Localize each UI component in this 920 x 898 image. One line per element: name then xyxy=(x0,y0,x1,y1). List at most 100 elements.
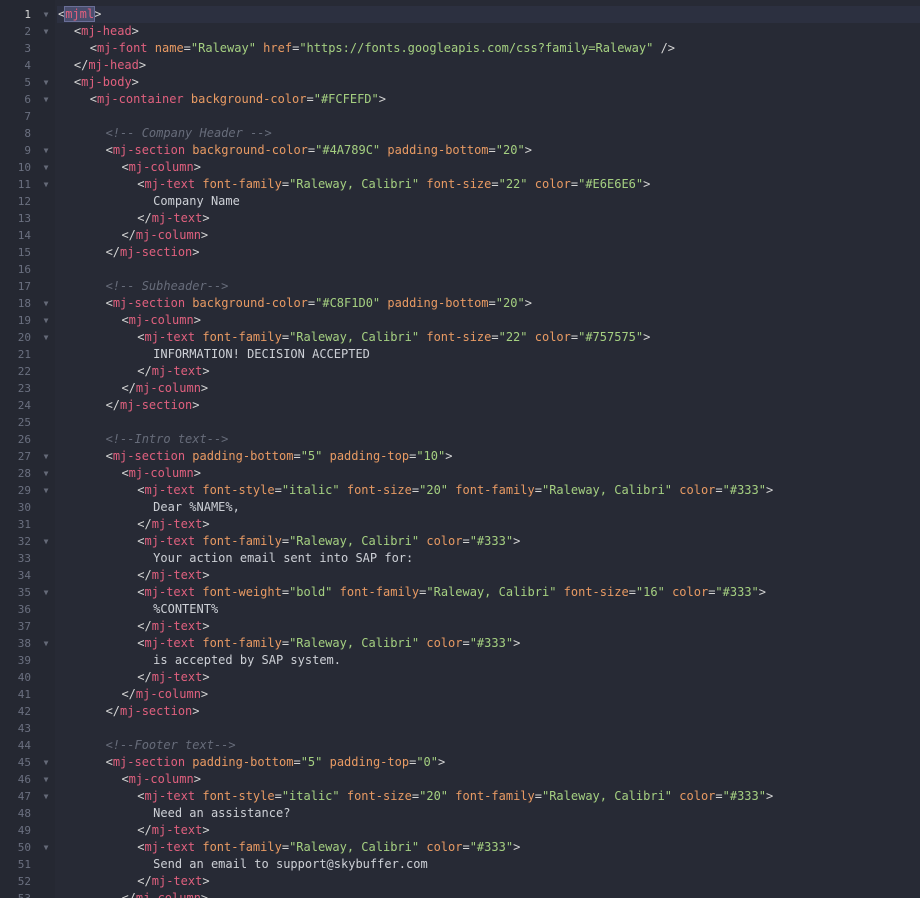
line-number: 8 xyxy=(24,127,31,140)
code-line[interactable]: 38 ▼ <mj-text font-family="Raleway, Calibr… xyxy=(0,635,920,652)
chevron-down-icon[interactable]: ▼ xyxy=(41,142,51,159)
chevron-down-icon[interactable]: ▼ xyxy=(41,482,51,499)
code-content: Your action email sent into SAP for: xyxy=(57,550,920,567)
code-line[interactable]: 3 <mj-font name="Raleway" href="https://f… xyxy=(0,40,920,57)
code-line[interactable]: 9 ▼ <mj-section background-color = "#4A789C"… xyxy=(0,142,920,159)
code-line[interactable]: 4 </mj-head> xyxy=(0,57,920,74)
code-line[interactable]: 36 %CONTENT% xyxy=(0,601,920,618)
code-line[interactable]: 2 ▼ <mj-head> xyxy=(0,23,920,40)
code-line[interactable]: 8 <!-- Company Header --> xyxy=(0,125,920,142)
code-token-str: "Raleway, Calibri" xyxy=(289,330,420,344)
code-token-br: > xyxy=(202,670,210,684)
chevron-down-icon[interactable]: ▼ xyxy=(41,533,51,550)
chevron-down-icon[interactable]: ▼ xyxy=(41,448,51,465)
code-line[interactable]: 50 ▼ <mj-text font-family="Raleway, Calibr… xyxy=(0,839,920,856)
code-line[interactable]: 32 ▼ <mj-text font-family="Raleway, Calibr… xyxy=(0,533,920,550)
chevron-down-icon[interactable]: ▼ xyxy=(41,312,51,329)
code-line[interactable]: 47 ▼ <mj-text font-style="italic" font-siz… xyxy=(0,788,920,805)
code-line[interactable]: 41 </mj-column> xyxy=(0,686,920,703)
chevron-down-icon[interactable]: ▼ xyxy=(41,584,51,601)
code-line[interactable]: 10 ▼ <mj-column> xyxy=(0,159,920,176)
code-line[interactable]: 49 </mj-text> xyxy=(0,822,920,839)
code-line[interactable]: 51 Send an email to support@skybuffer.com xyxy=(0,856,920,873)
line-number: 10 xyxy=(17,161,31,174)
code-line[interactable]: 6 ▼ <mj-container background-color="#FCFEF… xyxy=(0,91,920,108)
line-number: 3 xyxy=(24,42,31,55)
code-line[interactable]: 18 ▼ <mj-section background-color = "#C8F1D0… xyxy=(0,295,920,312)
code-line[interactable]: 39 is accepted by SAP system. xyxy=(0,652,920,669)
code-line[interactable]: 52 </mj-text> xyxy=(0,873,920,890)
code-line[interactable]: 13 </mj-text> xyxy=(0,210,920,227)
chevron-down-icon[interactable]: ▼ xyxy=(41,6,51,23)
code-editor[interactable]: 1 ▼ <mjml> 2 ▼ <mj-head> 3 <mj-font name="Ralew… xyxy=(0,0,920,898)
code-line[interactable]: 40 </mj-text> xyxy=(0,669,920,686)
chevron-down-icon[interactable]: ▼ xyxy=(41,176,51,193)
code-token-tag: mj-text xyxy=(151,874,203,888)
chevron-down-icon[interactable]: ▼ xyxy=(41,295,51,312)
code-token-attr: font-style xyxy=(202,483,275,497)
code-line[interactable]: 31 </mj-text> xyxy=(0,516,920,533)
code-line[interactable]: 27 ▼ <mj-section padding-bottom="5" paddin… xyxy=(0,448,920,465)
code-line[interactable]: 5 ▼ <mj-body> xyxy=(0,74,920,91)
code-line[interactable]: 24 </mj-section> xyxy=(0,397,920,414)
line-number: 21 xyxy=(17,348,31,361)
code-line[interactable]: 43 xyxy=(0,720,920,737)
chevron-down-icon[interactable]: ▼ xyxy=(41,465,51,482)
chevron-down-icon[interactable]: ▼ xyxy=(41,771,51,788)
line-number: 32 xyxy=(17,535,31,548)
chevron-down-icon[interactable]: ▼ xyxy=(41,159,51,176)
code-line[interactable]: 35 ▼ <mj-text font-weight="bold" font-fami… xyxy=(0,584,920,601)
code-token-str: "10" xyxy=(416,449,446,463)
code-content: </mj-text> xyxy=(57,669,920,686)
chevron-down-icon[interactable]: ▼ xyxy=(41,91,51,108)
code-line[interactable]: 21 INFORMATION! DECISION ACCEPTED xyxy=(0,346,920,363)
chevron-down-icon[interactable]: ▼ xyxy=(41,23,51,40)
chevron-down-icon[interactable]: ▼ xyxy=(41,754,51,771)
code-line[interactable]: 20 ▼ <mj-text font-family="Raleway, Calibr… xyxy=(0,329,920,346)
code-token-br: > xyxy=(758,585,767,599)
code-token-br: < xyxy=(121,313,129,327)
chevron-down-icon[interactable]: ▼ xyxy=(41,329,51,346)
code-line[interactable]: 34 </mj-text> xyxy=(0,567,920,584)
code-line[interactable]: 42 </mj-section> xyxy=(0,703,920,720)
code-line[interactable]: 1 ▼ <mjml> xyxy=(0,6,920,23)
code-token-comment: <!--Intro text--> xyxy=(105,432,229,446)
chevron-down-icon[interactable]: ▼ xyxy=(41,74,51,91)
code-line[interactable]: 17 <!-- Subheader--> xyxy=(0,278,920,295)
chevron-down-icon[interactable]: ▼ xyxy=(41,839,51,856)
code-token-comment: <!-- Company Header --> xyxy=(105,126,272,140)
code-line[interactable]: 12 Company Name xyxy=(0,193,920,210)
code-line[interactable]: 16 xyxy=(0,261,920,278)
code-line[interactable]: 53 </mj-column> xyxy=(0,890,920,898)
code-line[interactable]: 22 </mj-text> xyxy=(0,363,920,380)
code-line[interactable]: 15 </mj-section> xyxy=(0,244,920,261)
code-line[interactable]: 37 </mj-text> xyxy=(0,618,920,635)
chevron-down-icon[interactable]: ▼ xyxy=(41,635,51,652)
code-token-br: </ xyxy=(73,58,89,72)
code-line[interactable]: 46 ▼ <mj-column> xyxy=(0,771,920,788)
code-token-str: "Raleway, Calibri" xyxy=(426,585,557,599)
code-line[interactable]: 7 xyxy=(0,108,920,125)
code-token-tag: mj-container xyxy=(96,92,184,106)
code-token-tag: mj-section xyxy=(120,704,193,718)
code-content: <!--Intro text--> xyxy=(57,431,920,448)
code-token-str: "#333" xyxy=(469,840,514,854)
code-line[interactable]: 48 Need an assistance? xyxy=(0,805,920,822)
code-line[interactable]: 11 ▼ <mj-text font-family="Raleway, Calibr… xyxy=(0,176,920,193)
code-line[interactable]: 33 Your action email sent into SAP for: xyxy=(0,550,920,567)
code-line[interactable]: 19 ▼ <mj-column> xyxy=(0,312,920,329)
code-token-attr: name xyxy=(154,41,184,55)
chevron-down-icon[interactable]: ▼ xyxy=(41,788,51,805)
code-line[interactable]: 28 ▼ <mj-column> xyxy=(0,465,920,482)
code-line[interactable]: 30 Dear %NAME%, xyxy=(0,499,920,516)
line-number: 50 xyxy=(17,841,31,854)
code-line[interactable]: 14 </mj-column> xyxy=(0,227,920,244)
code-line[interactable]: 23 </mj-column> xyxy=(0,380,920,397)
code-line[interactable]: 44 <!--Footer text--> xyxy=(0,737,920,754)
code-content: Dear %NAME%, xyxy=(57,499,920,516)
code-line[interactable]: 45 ▼ <mj-section padding-bottom="5" paddin… xyxy=(0,754,920,771)
code-line[interactable]: 25 xyxy=(0,414,920,431)
code-line[interactable]: 29 ▼ <mj-text font-style="italic" font-siz… xyxy=(0,482,920,499)
code-line[interactable]: 26 <!--Intro text--> xyxy=(0,431,920,448)
